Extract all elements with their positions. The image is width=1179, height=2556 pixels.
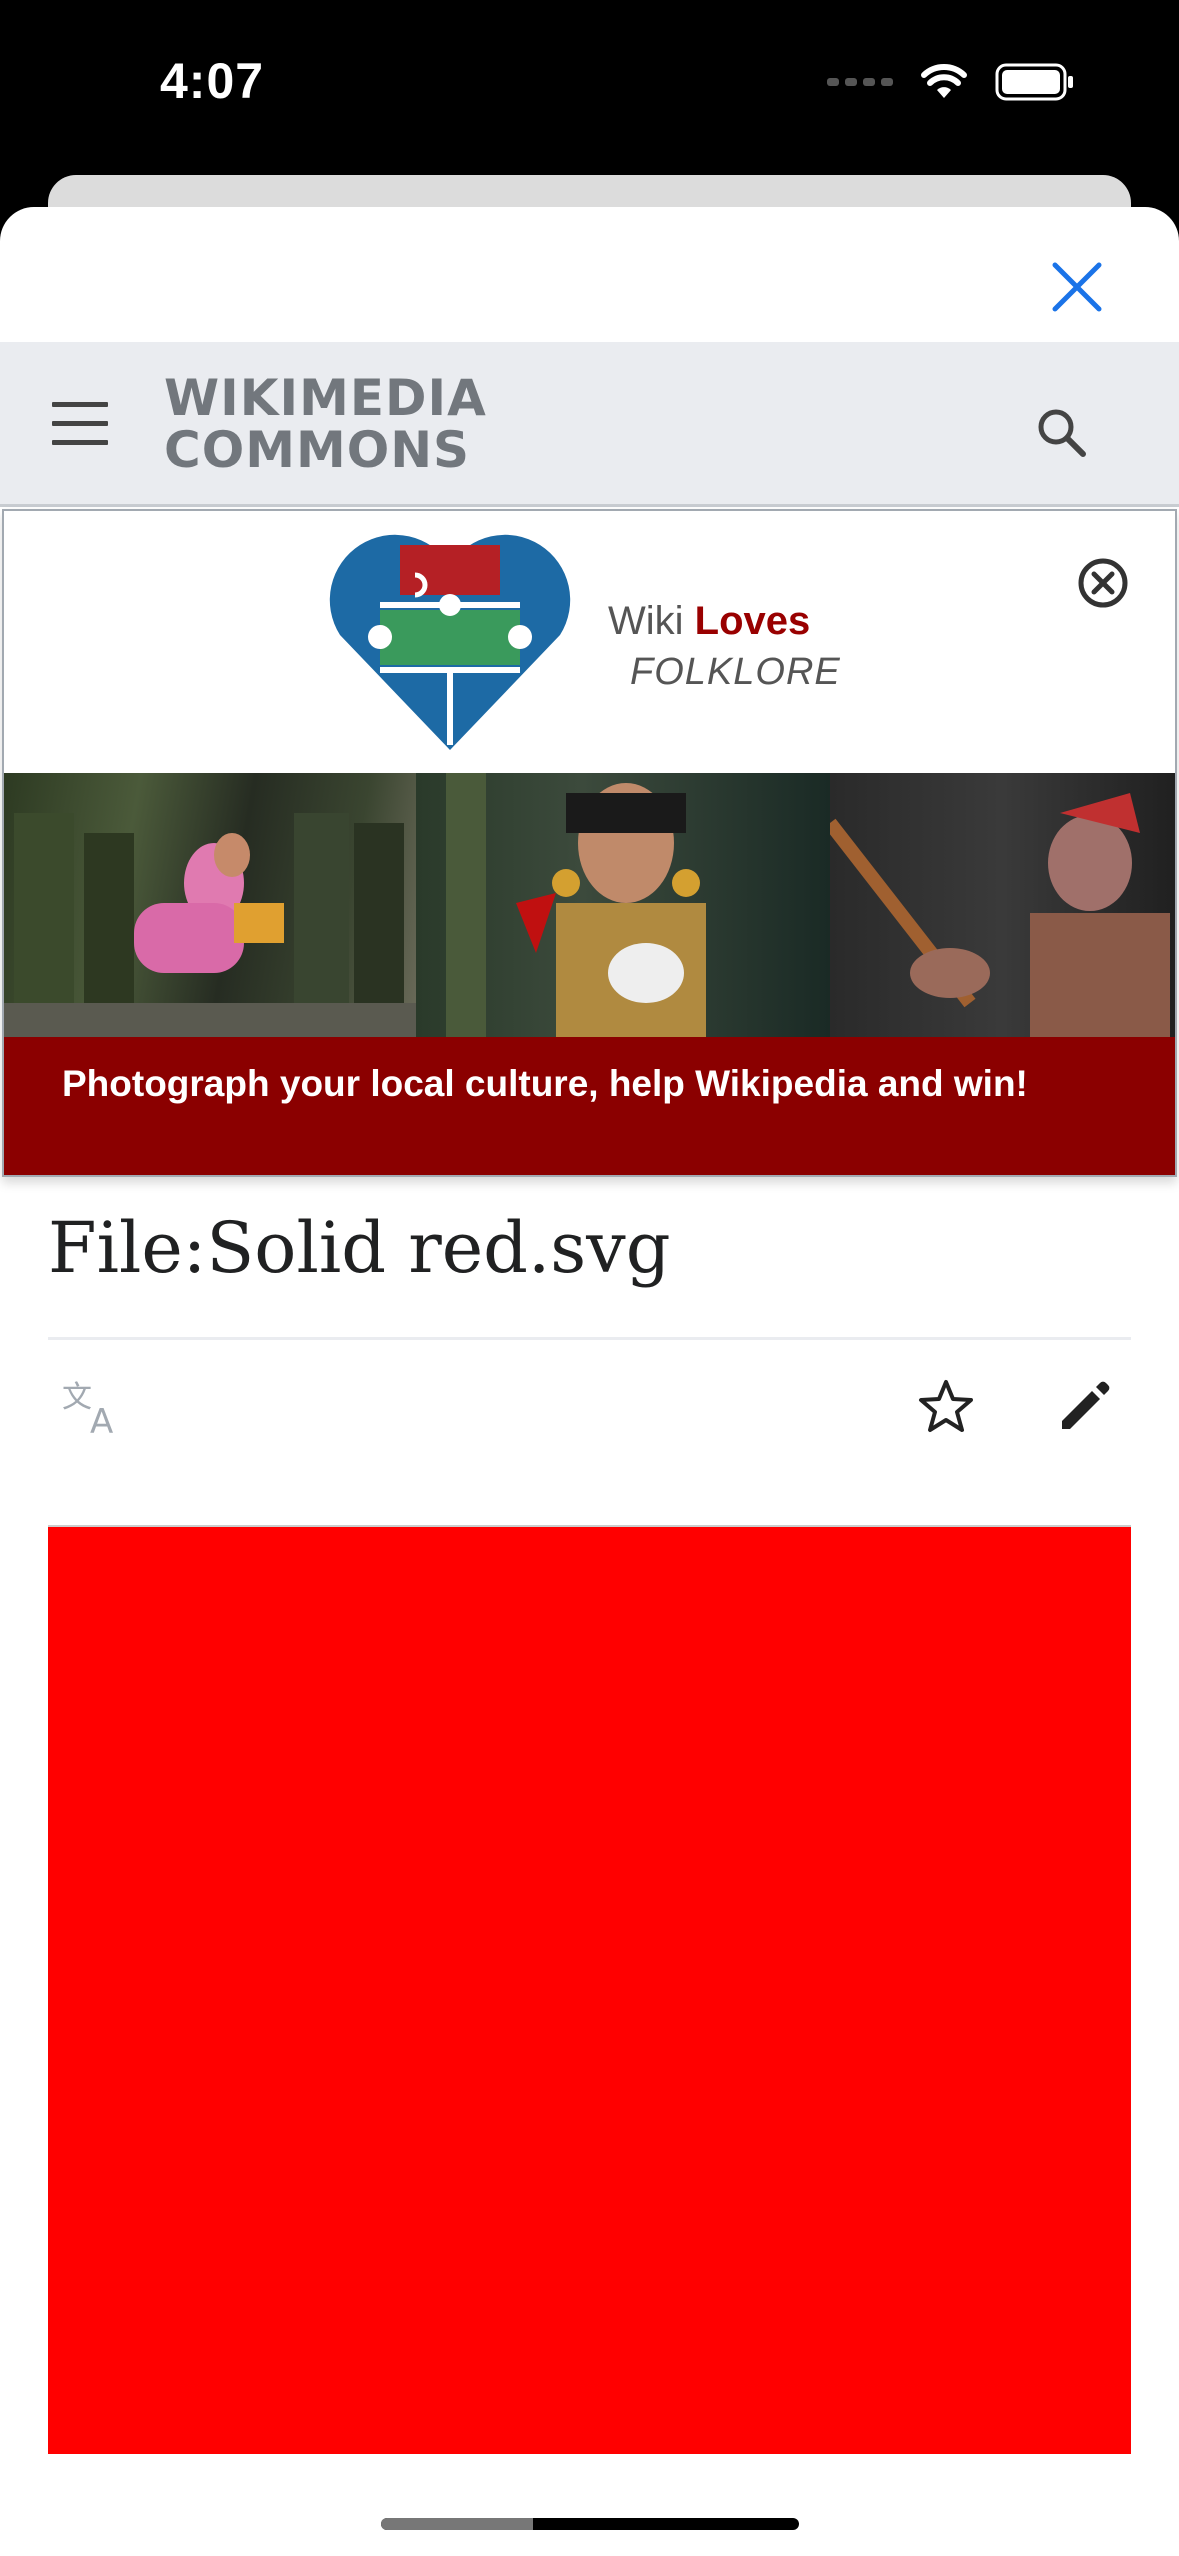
- page-actions: 文 A: [0, 1367, 1179, 1457]
- close-icon: [1052, 262, 1102, 312]
- wifi-icon: [921, 64, 967, 98]
- svg-text:A: A: [90, 1402, 113, 1437]
- status-time: 4:07: [160, 53, 265, 109]
- battery-icon: [995, 63, 1073, 101]
- menu-button[interactable]: [52, 402, 108, 448]
- photo-maori-performer: [830, 773, 1175, 1037]
- cellular-signal-icon: [827, 78, 893, 86]
- banner-photos: [4, 773, 1175, 1037]
- svg-text:文: 文: [62, 1380, 92, 1415]
- logo-line-2: COMMONS: [164, 421, 471, 479]
- logo-word-loves: Loves: [694, 599, 811, 643]
- page-title: File:Solid red.svg: [48, 1207, 671, 1289]
- language-button[interactable]: 文 A: [60, 1377, 126, 1442]
- photo-child-soldiers: [4, 773, 416, 1037]
- search-button[interactable]: [1031, 402, 1091, 462]
- logo-line-1: WIKIMEDIA: [164, 369, 487, 427]
- status-bar: 4:07: [0, 0, 1179, 170]
- edit-button[interactable]: [1054, 1377, 1114, 1437]
- sheet-toolbar: [0, 207, 1179, 342]
- file-preview-image[interactable]: [48, 1525, 1131, 2454]
- photo-costumed-woman: [416, 773, 830, 1037]
- translate-icon: 文 A: [62, 1380, 113, 1442]
- banner-caption[interactable]: Photograph your local culture, help Wiki…: [4, 1037, 1175, 1175]
- pencil-icon: [1062, 1381, 1110, 1429]
- banner-close-button[interactable]: [1077, 557, 1129, 609]
- wikimedia-commons-logo[interactable]: WIKIMEDIA COMMONS: [164, 372, 487, 476]
- search-icon: [1038, 409, 1086, 457]
- banner-logo-subtitle: FOLKLORE: [630, 651, 841, 693]
- title-divider: [48, 1337, 1131, 1340]
- banner-logo-title: Wiki Loves: [608, 599, 810, 644]
- watch-button[interactable]: [916, 1377, 976, 1437]
- home-indicator[interactable]: [381, 2518, 799, 2530]
- wiki-header: WIKIMEDIA COMMONS: [0, 342, 1179, 507]
- circle-close-icon: [1078, 558, 1128, 608]
- star-icon: [919, 1380, 973, 1432]
- puzzle-heart-logo: [329, 534, 571, 750]
- close-button[interactable]: [1047, 257, 1107, 317]
- campaign-banner[interactable]: Wiki Loves FOLKLORE Photograph your loca…: [2, 509, 1177, 1177]
- browser-sheet: WIKIMEDIA COMMONS Wiki Loves FOLKLORE Ph…: [0, 207, 1179, 2556]
- logo-word-wiki: Wiki: [608, 599, 684, 643]
- status-icons: [827, 62, 1075, 102]
- banner-logo-area: Wiki Loves FOLKLORE: [4, 511, 1175, 773]
